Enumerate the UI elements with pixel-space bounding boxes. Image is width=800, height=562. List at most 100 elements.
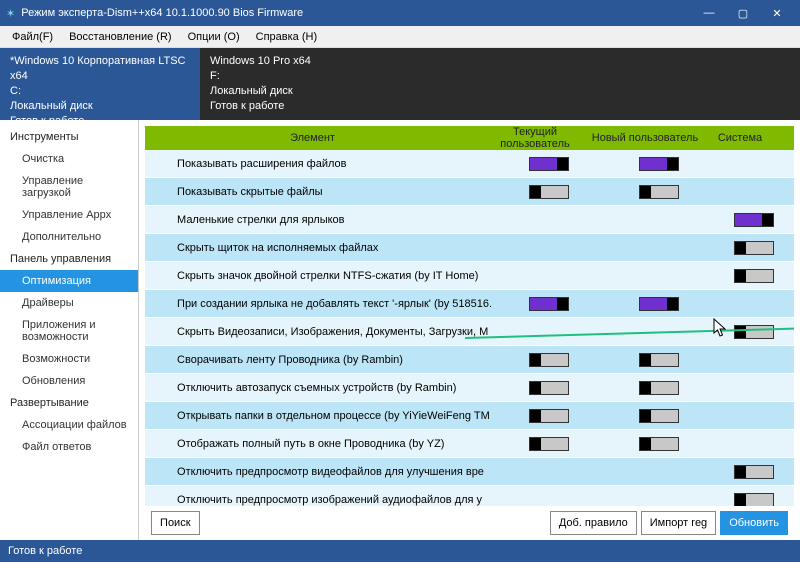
setting-label: Отображать полный путь в окне Проводника… [145, 438, 494, 450]
setting-label: Открывать папки в отдельном процессе (by… [145, 410, 494, 422]
menu-item[interactable]: Справка (H) [248, 29, 325, 45]
setting-row: Показывать расширения файлов [145, 150, 794, 178]
cell-new-user [604, 157, 714, 171]
toggle-switch[interactable] [734, 269, 774, 283]
setting-label: Скрыть Видеозаписи, Изображения, Докумен… [145, 326, 494, 338]
setting-label: Маленькие стрелки для ярлыков [145, 214, 494, 226]
toggle-switch[interactable] [529, 437, 569, 451]
toggle-switch[interactable] [639, 185, 679, 199]
sidebar-item[interactable]: Оптимизация [0, 270, 138, 292]
setting-label: Скрыть значок двойной стрелки NTFS-сжати… [145, 270, 494, 282]
setting-row: Скрыть щиток на исполняемых файлах [145, 234, 794, 262]
os-tab[interactable]: *Windows 10 Корпоративная LTSC x64C:Лока… [0, 48, 200, 120]
sidebar-item[interactable]: Дополнительно [0, 226, 138, 248]
cell-current-user [494, 409, 604, 423]
toggle-switch[interactable] [639, 409, 679, 423]
sidebar-item[interactable]: Возможности [0, 348, 138, 370]
sidebar: ИнструментыОчисткаУправление загрузкойУп… [0, 120, 139, 540]
setting-label: Сворачивать ленту Проводника (by Rambin) [145, 354, 494, 366]
os-tabs: *Windows 10 Корпоративная LTSC x64C:Лока… [0, 48, 800, 120]
cell-system [714, 241, 794, 255]
setting-row: Скрыть значок двойной стрелки NTFS-сжати… [145, 262, 794, 290]
cell-new-user [604, 185, 714, 199]
add-rule-button[interactable]: Доб. правило [550, 511, 637, 535]
main-panel: Элемент Текущий пользователь Новый польз… [139, 120, 800, 540]
setting-label: Скрыть щиток на исполняемых файлах [145, 242, 494, 254]
toggle-switch[interactable] [529, 185, 569, 199]
sidebar-item[interactable]: Управление Appx [0, 204, 138, 226]
setting-row: Отключить предпросмотр изображений аудио… [145, 486, 794, 506]
cell-current-user [494, 157, 604, 171]
sidebar-item[interactable]: Ассоциации файлов [0, 414, 138, 436]
setting-label: Отключить предпросмотр видеофайлов для у… [145, 466, 494, 478]
toggle-switch[interactable] [529, 297, 569, 311]
sidebar-item[interactable]: Управление загрузкой [0, 170, 138, 204]
toggle-switch[interactable] [639, 297, 679, 311]
toggle-switch[interactable] [639, 157, 679, 171]
toggle-switch[interactable] [639, 381, 679, 395]
setting-row: При создании ярлыка не добавлять текст '… [145, 290, 794, 318]
maximize-button[interactable]: ▢ [726, 0, 760, 26]
close-button[interactable]: ✕ [760, 0, 794, 26]
menu-item[interactable]: Восстановление (R) [61, 29, 179, 45]
toggle-switch[interactable] [529, 157, 569, 171]
setting-row: Сворачивать ленту Проводника (by Rambin) [145, 346, 794, 374]
cell-current-user [494, 381, 604, 395]
cell-system [714, 269, 794, 283]
toggle-switch[interactable] [529, 381, 569, 395]
toggle-switch[interactable] [734, 241, 774, 255]
setting-label: Отключить автозапуск съемных устройств (… [145, 382, 494, 394]
sidebar-item[interactable]: Обновления [0, 370, 138, 392]
menu-bar: Файл(F)Восстановление (R)Опции (O)Справк… [0, 26, 800, 48]
settings-rows[interactable]: Показывать расширения файлов Показывать с… [145, 150, 794, 506]
sidebar-group: Развертывание [0, 392, 138, 414]
cell-current-user [494, 185, 604, 199]
sidebar-group: Панель управления [0, 248, 138, 270]
menu-item[interactable]: Опции (O) [180, 29, 248, 45]
toggle-switch[interactable] [529, 353, 569, 367]
setting-label: Показывать скрытые файлы [145, 186, 494, 198]
setting-row: Показывать скрытые файлы [145, 178, 794, 206]
header-new-user: Новый пользователь [590, 132, 700, 144]
cell-new-user [604, 409, 714, 423]
cell-system [714, 213, 794, 227]
cell-new-user [604, 381, 714, 395]
setting-label: При создании ярлыка не добавлять текст '… [145, 298, 494, 310]
cell-system [714, 465, 794, 479]
cell-system [714, 493, 794, 507]
refresh-button[interactable]: Обновить [720, 511, 788, 535]
cell-new-user [604, 437, 714, 451]
minimize-button[interactable]: — [692, 0, 726, 26]
setting-row: Открывать папки в отдельном процессе (by… [145, 402, 794, 430]
toggle-switch[interactable] [734, 325, 774, 339]
app-icon: ✶ [6, 7, 15, 20]
import-reg-button[interactable]: Импорт reg [641, 511, 716, 535]
sidebar-item[interactable]: Приложения и возможности [0, 314, 138, 348]
toggle-switch[interactable] [529, 409, 569, 423]
table-header: Элемент Текущий пользователь Новый польз… [145, 126, 794, 150]
setting-row: Отображать полный путь в окне Проводника… [145, 430, 794, 458]
toggle-switch[interactable] [734, 465, 774, 479]
cell-new-user [604, 353, 714, 367]
sidebar-item[interactable]: Очистка [0, 148, 138, 170]
toggle-switch[interactable] [734, 493, 774, 507]
setting-row: Скрыть Видеозаписи, Изображения, Докумен… [145, 318, 794, 346]
sidebar-item[interactable]: Файл ответов [0, 436, 138, 458]
cell-new-user [604, 297, 714, 311]
sidebar-item[interactable]: Драйверы [0, 292, 138, 314]
status-bar: Готов к работе [0, 540, 800, 562]
setting-label: Отключить предпросмотр изображений аудио… [145, 494, 494, 506]
setting-label: Показывать расширения файлов [145, 158, 494, 170]
cell-current-user [494, 437, 604, 451]
header-element: Элемент [145, 132, 480, 144]
header-system: Система [700, 132, 780, 144]
toggle-switch[interactable] [734, 213, 774, 227]
title-bar: ✶ Режим эксперта-Dism++x64 10.1.1000.90 … [0, 0, 800, 26]
toggle-switch[interactable] [639, 437, 679, 451]
window-title: Режим эксперта-Dism++x64 10.1.1000.90 Bi… [21, 7, 692, 19]
search-button[interactable]: Поиск [151, 511, 199, 535]
cell-system [714, 325, 794, 339]
toggle-switch[interactable] [639, 353, 679, 367]
menu-item[interactable]: Файл(F) [4, 29, 61, 45]
os-tab[interactable]: Windows 10 Pro x64F:Локальный дискГотов … [200, 48, 400, 120]
